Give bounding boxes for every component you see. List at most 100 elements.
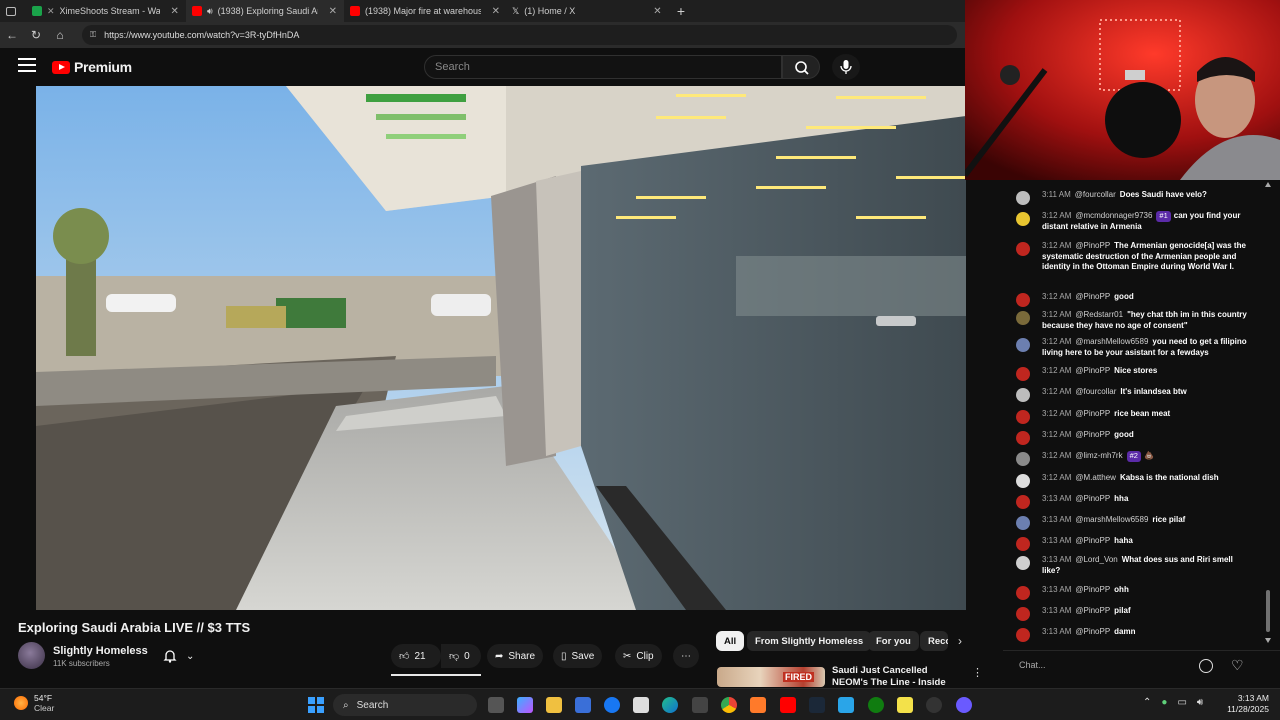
tab-menu-button[interactable]: [0, 0, 26, 22]
chevron-right-icon[interactable]: ›: [958, 634, 962, 648]
calculator-icon[interactable]: [692, 697, 708, 713]
chevron-up-icon[interactable]: ⌃: [1143, 697, 1151, 708]
browser-tab-2[interactable]: (1938) Major fire at warehouses ✕: [344, 0, 506, 22]
new-tab-button[interactable]: +: [668, 0, 694, 22]
chat-avatar[interactable]: [1016, 242, 1030, 256]
chat-author[interactable]: @PinoPP: [1075, 606, 1110, 615]
close-tab-icon[interactable]: ✕: [329, 6, 337, 17]
clip-button[interactable]: ✂ Clip: [615, 644, 662, 668]
chat-avatar[interactable]: [1016, 388, 1030, 402]
volume-icon[interactable]: 🔊︎: [1197, 697, 1203, 708]
edge-icon[interactable]: [662, 697, 678, 713]
chat-author[interactable]: @PinoPP: [1075, 366, 1110, 375]
chat-author[interactable]: @PinoPP: [1075, 536, 1110, 545]
like-button[interactable]: 👍︎ 21: [391, 644, 441, 668]
voice-search-button[interactable]: [832, 54, 860, 80]
chat-avatar[interactable]: [1016, 452, 1030, 466]
chat-author[interactable]: @Lord_Von: [1075, 555, 1117, 564]
chat-avatar[interactable]: [1016, 556, 1030, 570]
chat-avatar[interactable]: [1016, 628, 1030, 642]
chat-scrollbar[interactable]: [1265, 180, 1271, 645]
browser-tab-3[interactable]: 𝕏 (1) Home / X ✕: [506, 0, 668, 22]
emoji-icon[interactable]: [1199, 659, 1213, 673]
chat-author[interactable]: @M.atthew: [1075, 473, 1116, 482]
chat-author[interactable]: @PinoPP: [1075, 292, 1110, 301]
obs-icon[interactable]: [926, 697, 942, 713]
chat-author[interactable]: @PinoPP: [1075, 241, 1110, 250]
recommended-video-thumbnail[interactable]: FIRED: [717, 667, 825, 687]
task-view-icon[interactable]: [488, 697, 504, 713]
chip-for-you[interactable]: For you: [868, 631, 919, 651]
video-player[interactable]: [36, 86, 966, 610]
close-tab-icon[interactable]: ✕: [492, 6, 500, 17]
recommended-video-title[interactable]: Saudi Just Cancelled NEOM's The Line - I…: [832, 665, 962, 685]
channel-name[interactable]: Slightly Homeless: [53, 645, 148, 657]
share-button[interactable]: ➦ Share: [487, 644, 544, 668]
chat-avatar[interactable]: [1016, 607, 1030, 621]
mail-icon[interactable]: [750, 697, 766, 713]
chat-author[interactable]: @PinoPP: [1075, 430, 1110, 439]
chat-avatar[interactable]: [1016, 338, 1030, 352]
chat-author[interactable]: @fourcollar: [1075, 387, 1116, 396]
chat-avatar[interactable]: [1016, 212, 1030, 226]
address-bar[interactable]: ⚿ https://www.youtube.com/watch?v=3R-tyD…: [82, 25, 957, 45]
chip-recent[interactable]: Reco: [920, 631, 948, 651]
chat-author[interactable]: @PinoPP: [1075, 409, 1110, 418]
browser-tab-1[interactable]: 🔊︎ (1938) Exploring Saudi Arabia ✕: [186, 0, 344, 22]
chat-author[interactable]: @PinoPP: [1075, 627, 1110, 636]
dislike-button[interactable]: 👎︎ 0: [441, 644, 481, 668]
network-icon[interactable]: ▭: [1177, 697, 1186, 708]
heart-icon[interactable]: ♡: [1231, 657, 1244, 674]
taskbar-clock[interactable]: 3:13 AM 11/28/2025: [1225, 693, 1269, 715]
chat-avatar[interactable]: [1016, 410, 1030, 424]
amazon-icon[interactable]: [633, 697, 649, 713]
chat-avatar[interactable]: [1016, 311, 1030, 325]
chat-avatar[interactable]: [1016, 474, 1030, 488]
chat-author[interactable]: @mcmdonnager9736: [1075, 211, 1152, 220]
chat-author[interactable]: @fourcollar: [1075, 190, 1116, 199]
search-button[interactable]: [782, 55, 820, 79]
file-explorer-icon[interactable]: [546, 697, 562, 713]
chat-author[interactable]: @PinoPP: [1075, 494, 1110, 503]
channel-avatar[interactable]: [18, 642, 45, 669]
chat-input[interactable]: Chat...: [1019, 656, 1189, 676]
more-vertical-icon[interactable]: ⋮: [972, 666, 983, 679]
more-actions-button[interactable]: ⋯: [673, 644, 699, 668]
browser-tab-0[interactable]: ✕ XimeShoots Stream - Watch ✕: [26, 0, 186, 22]
store-icon[interactable]: [575, 697, 591, 713]
chat-author[interactable]: @marshMellow6589: [1075, 515, 1148, 524]
youtube-logo[interactable]: Premium: [52, 59, 132, 75]
chat-author[interactable]: @limz-mh7rk: [1075, 451, 1122, 460]
youtube-app-icon[interactable]: [780, 697, 796, 713]
sticky-notes-icon[interactable]: [897, 697, 913, 713]
chat-avatar[interactable]: [1016, 431, 1030, 445]
save-button[interactable]: ▯ Save: [553, 644, 603, 668]
back-arrow-icon[interactable]: ←: [0, 28, 24, 42]
chat-author[interactable]: @Redstarr01: [1075, 310, 1123, 319]
weather-widget[interactable]: 54°F Clear: [14, 693, 54, 713]
chat-author[interactable]: @PinoPP: [1075, 585, 1110, 594]
notification-button[interactable]: ⌄: [156, 644, 206, 668]
chat-avatar[interactable]: [1016, 367, 1030, 381]
reload-icon[interactable]: ↻: [24, 28, 48, 42]
xbox-icon[interactable]: [868, 697, 884, 713]
steam-icon[interactable]: [809, 697, 825, 713]
chat-avatar[interactable]: [1016, 537, 1030, 551]
chrome-icon[interactable]: [721, 697, 737, 713]
copilot-icon[interactable]: [517, 697, 533, 713]
chat-avatar[interactable]: [1016, 586, 1030, 600]
facebook-icon[interactable]: [604, 697, 620, 713]
taskbar-search[interactable]: ⌕ Search: [333, 694, 477, 716]
chat-author[interactable]: @marshMellow6589: [1075, 337, 1148, 346]
chip-all[interactable]: All: [716, 631, 745, 651]
microphone-tray-icon[interactable]: ●: [1161, 697, 1167, 708]
chat-avatar[interactable]: [1016, 293, 1030, 307]
site-info-icon[interactable]: ⚿: [90, 30, 96, 40]
hamburger-menu-icon[interactable]: [18, 58, 36, 74]
close-tab-icon[interactable]: ✕: [653, 6, 661, 17]
chat-avatar[interactable]: [1016, 516, 1030, 530]
chat-avatar[interactable]: [1016, 495, 1030, 509]
search-input[interactable]: Search: [424, 55, 782, 79]
app-icon[interactable]: [838, 697, 854, 713]
chat-avatar[interactable]: [1016, 191, 1030, 205]
